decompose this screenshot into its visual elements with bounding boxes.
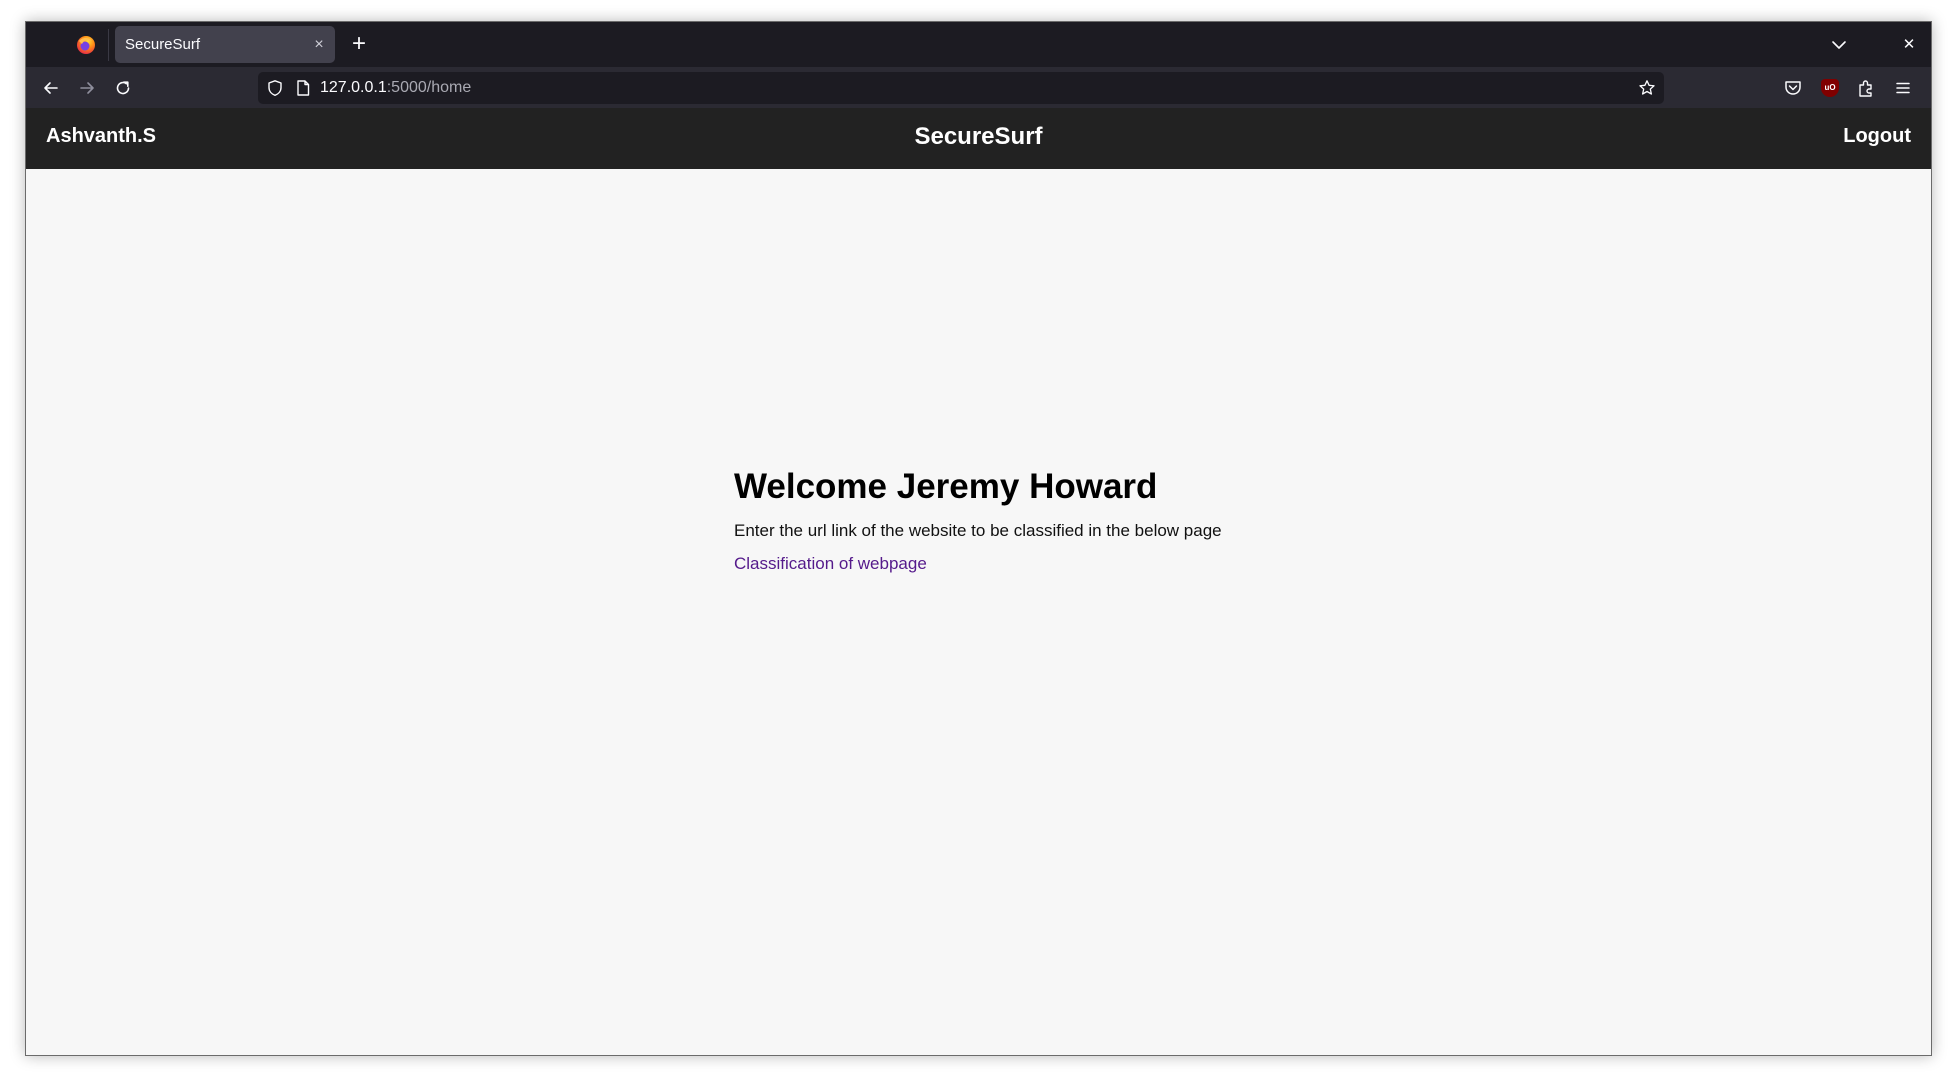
star-icon[interactable] <box>1638 79 1656 97</box>
welcome-heading: Welcome Jeremy Howard <box>734 467 1158 506</box>
url-bar[interactable]: 127.0.0.1:5000/home <box>258 72 1664 104</box>
firefox-logo-icon <box>77 36 95 54</box>
chevron-down-icon[interactable] <box>1827 33 1851 57</box>
pocket-icon[interactable] <box>1782 77 1804 99</box>
web-page: Ashvanth.S SecureSurf Logout Welcome Jer… <box>26 108 1931 1055</box>
classification-link[interactable]: Classification of webpage <box>734 554 927 574</box>
url-path: :5000/home <box>386 79 472 96</box>
ublock-icon[interactable]: uO <box>1821 79 1839 97</box>
tab-strip: SecureSurf × + ✕ <box>26 22 1931 67</box>
window-close-button[interactable]: ✕ <box>1897 33 1921 57</box>
url-host: 127.0.0.1 <box>320 79 387 96</box>
site-brand: SecureSurf <box>914 123 1043 150</box>
tab-close-icon[interactable]: × <box>307 33 331 57</box>
logout-link[interactable]: Logout <box>1843 125 1911 148</box>
site-header: Ashvanth.S SecureSurf Logout <box>26 108 1931 169</box>
back-arrow-icon[interactable] <box>38 75 64 101</box>
shield-icon[interactable] <box>266 79 284 97</box>
page-icon[interactable] <box>294 79 312 97</box>
extensions-icon[interactable] <box>1855 77 1877 99</box>
url-text[interactable]: 127.0.0.1:5000/home <box>320 79 471 97</box>
reload-icon[interactable] <box>110 75 136 101</box>
tab-separator <box>108 29 109 61</box>
menu-icon[interactable] <box>1892 77 1914 99</box>
forward-arrow-icon[interactable] <box>74 75 100 101</box>
tab-securesurf[interactable]: SecureSurf × <box>115 26 335 63</box>
navigation-toolbar: 127.0.0.1:5000/home uO <box>26 67 1931 108</box>
tab-title: SecureSurf <box>125 36 201 53</box>
instructions-text: Enter the url link of the website to be … <box>734 521 1222 540</box>
browser-window: SecureSurf × + ✕ 127.0.0.1:5000/home uO … <box>25 21 1932 1056</box>
main-content: Welcome Jeremy Howard Enter the url link… <box>734 466 1354 574</box>
new-tab-button[interactable]: + <box>346 32 372 58</box>
